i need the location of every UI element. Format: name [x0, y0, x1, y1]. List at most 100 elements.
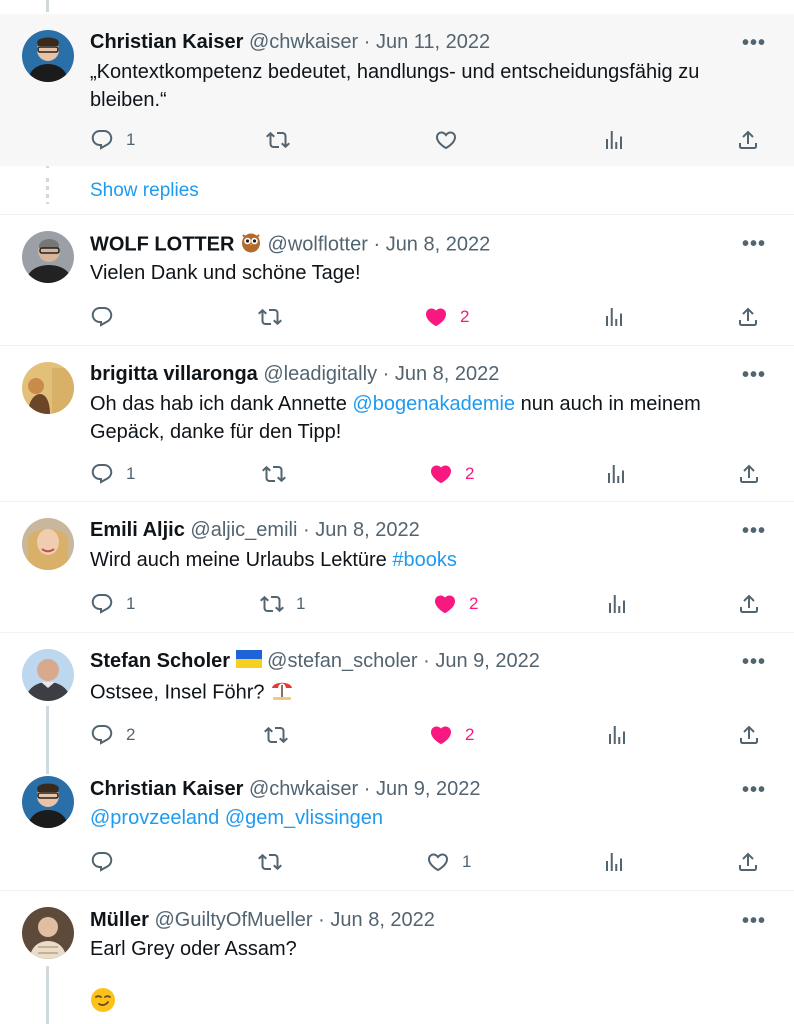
avatar[interactable] [22, 518, 74, 570]
author-handle[interactable]: @chwkaiser [249, 31, 358, 53]
reply-button[interactable]: 1 [90, 126, 135, 154]
more-options-icon[interactable]: ••• [742, 520, 766, 543]
tweet-date[interactable]: Jun 8, 2022 [315, 519, 420, 541]
like-button[interactable]: 2 [429, 721, 474, 749]
avatar[interactable] [22, 362, 74, 414]
tweet-3[interactable]: brigitta villaronga @leadigitally · Jun … [0, 346, 794, 501]
more-options-icon[interactable]: ••• [742, 779, 766, 802]
share-button[interactable] [736, 303, 760, 331]
avatar[interactable] [22, 649, 74, 701]
more-options-icon[interactable]: ••• [742, 233, 766, 256]
like-button[interactable]: 2 [429, 460, 474, 488]
retweet-button[interactable] [266, 126, 290, 154]
tweet-5[interactable]: Stefan Scholer @stefan_scholer · Jun 9, … [0, 633, 794, 763]
share-icon [737, 592, 761, 616]
tweet-text: Oh das hab ich dank Annette @bogenakadem… [90, 390, 744, 446]
tweet-2[interactable]: WOLF LOTTER @wolflotter · Jun 8, 2022 ••… [0, 215, 794, 345]
tweet-date[interactable]: Jun 9, 2022 [376, 778, 481, 800]
tweet-6[interactable]: Christian Kaiser @chwkaiser · Jun 9, 202… [0, 762, 794, 890]
tweet-text: Earl Grey oder Assam? [90, 938, 297, 960]
retweet-button[interactable] [258, 303, 282, 331]
reply-button[interactable]: 1 [90, 460, 135, 488]
like-button[interactable]: 2 [424, 303, 469, 331]
retweet-button[interactable]: 1 [260, 590, 305, 618]
show-replies-link[interactable]: Show replies [90, 180, 199, 202]
tweet-date[interactable]: Jun 8, 2022 [395, 363, 500, 385]
separator: · [373, 233, 381, 256]
reply-button[interactable]: 2 [90, 721, 135, 749]
hashtag-link[interactable]: #books [392, 549, 457, 571]
text-segment: Wird auch meine Urlaubs Lektüre [90, 549, 393, 571]
more-options-icon[interactable]: ••• [742, 910, 766, 933]
views-button[interactable] [605, 721, 629, 749]
more-options-icon[interactable]: ••• [742, 651, 766, 674]
views-icon [602, 850, 626, 874]
reply-icon [90, 462, 114, 486]
retweet-button[interactable] [262, 460, 286, 488]
author-handle[interactable]: @aljic_emili [190, 519, 297, 541]
like-button[interactable]: 1 [426, 848, 471, 876]
share-button[interactable] [737, 460, 761, 488]
thread-line-top [46, 0, 49, 12]
author-name[interactable]: brigitta villaronga [90, 363, 258, 385]
retweet-count: 1 [296, 594, 306, 613]
share-button[interactable] [737, 590, 761, 618]
tweet-4[interactable]: Emili Aljic @aljic_emili · Jun 8, 2022 •… [0, 502, 794, 632]
author-name[interactable]: Müller [90, 909, 149, 931]
author-name[interactable]: Christian Kaiser [90, 778, 243, 800]
thread-dots [46, 178, 49, 204]
separator: · [363, 778, 371, 800]
reply-button[interactable] [90, 303, 114, 331]
author-name[interactable]: Christian Kaiser [90, 31, 243, 53]
reply-button[interactable]: 1 [90, 590, 135, 618]
avatar[interactable] [22, 776, 74, 828]
mention-link[interactable]: @gem_vlissingen [225, 807, 383, 829]
author-handle[interactable]: @wolflotter [268, 233, 368, 255]
share-button[interactable] [737, 721, 761, 749]
author-handle[interactable]: @leadigitally [263, 363, 377, 385]
tweet-actions: 1 1 2 [90, 590, 762, 618]
separator: · [363, 31, 371, 53]
more-options-icon[interactable]: ••• [742, 364, 766, 387]
views-button[interactable] [602, 126, 626, 154]
retweet-button[interactable] [258, 848, 282, 876]
views-icon [605, 723, 629, 747]
mention-link[interactable]: @provzeeland [90, 807, 219, 829]
retweet-button[interactable] [264, 721, 288, 749]
avatar[interactable] [22, 231, 74, 283]
reply-icon [90, 592, 114, 616]
author-handle[interactable]: @stefan_scholer [267, 650, 417, 672]
author-name[interactable]: Stefan Scholer [90, 650, 230, 672]
tweet-header: Emili Aljic @aljic_emili · Jun 8, 2022 [90, 518, 734, 542]
author-name[interactable]: Emili Aljic [90, 519, 185, 541]
author-handle[interactable]: @chwkaiser [249, 778, 358, 800]
tweet-actions: 1 [90, 848, 762, 876]
tweet-header: Christian Kaiser @chwkaiser · Jun 11, 20… [90, 30, 734, 54]
share-icon [736, 305, 760, 329]
tweet-date[interactable]: Jun 8, 2022 [386, 233, 491, 255]
tweet-text: Wird auch meine Urlaubs Lektüre #books [90, 546, 744, 574]
more-options-icon[interactable]: ••• [742, 32, 766, 55]
reply-button[interactable] [90, 848, 114, 876]
avatar[interactable] [22, 907, 74, 959]
views-button[interactable] [602, 303, 626, 331]
tweet-7[interactable]: Müller @GuiltyOfMueller · Jun 8, 2022 ••… [0, 891, 794, 1024]
tweet-date[interactable]: Jun 9, 2022 [435, 650, 540, 672]
tweet-header: brigitta villaronga @leadigitally · Jun … [90, 362, 734, 386]
avatar[interactable] [22, 30, 74, 82]
tweet-date[interactable]: Jun 11, 2022 [376, 31, 490, 53]
views-button[interactable] [604, 460, 628, 488]
like-button[interactable]: 2 [433, 590, 478, 618]
like-button[interactable] [434, 126, 458, 154]
reply-count: 2 [126, 725, 136, 744]
views-button[interactable] [602, 848, 626, 876]
author-name[interactable]: WOLF LOTTER [90, 233, 234, 255]
views-button[interactable] [605, 590, 629, 618]
author-handle[interactable]: @GuiltyOfMueller [154, 909, 312, 931]
tweet-date[interactable]: Jun 8, 2022 [330, 909, 435, 931]
tweet-1[interactable]: Christian Kaiser @chwkaiser · Jun 11, 20… [0, 14, 794, 166]
share-button[interactable] [736, 126, 760, 154]
mention-link[interactable]: @bogenakademie [352, 393, 515, 415]
share-button[interactable] [736, 848, 760, 876]
tweet-text: „Kontextkompetenz bedeutet, handlungs- u… [90, 61, 700, 111]
